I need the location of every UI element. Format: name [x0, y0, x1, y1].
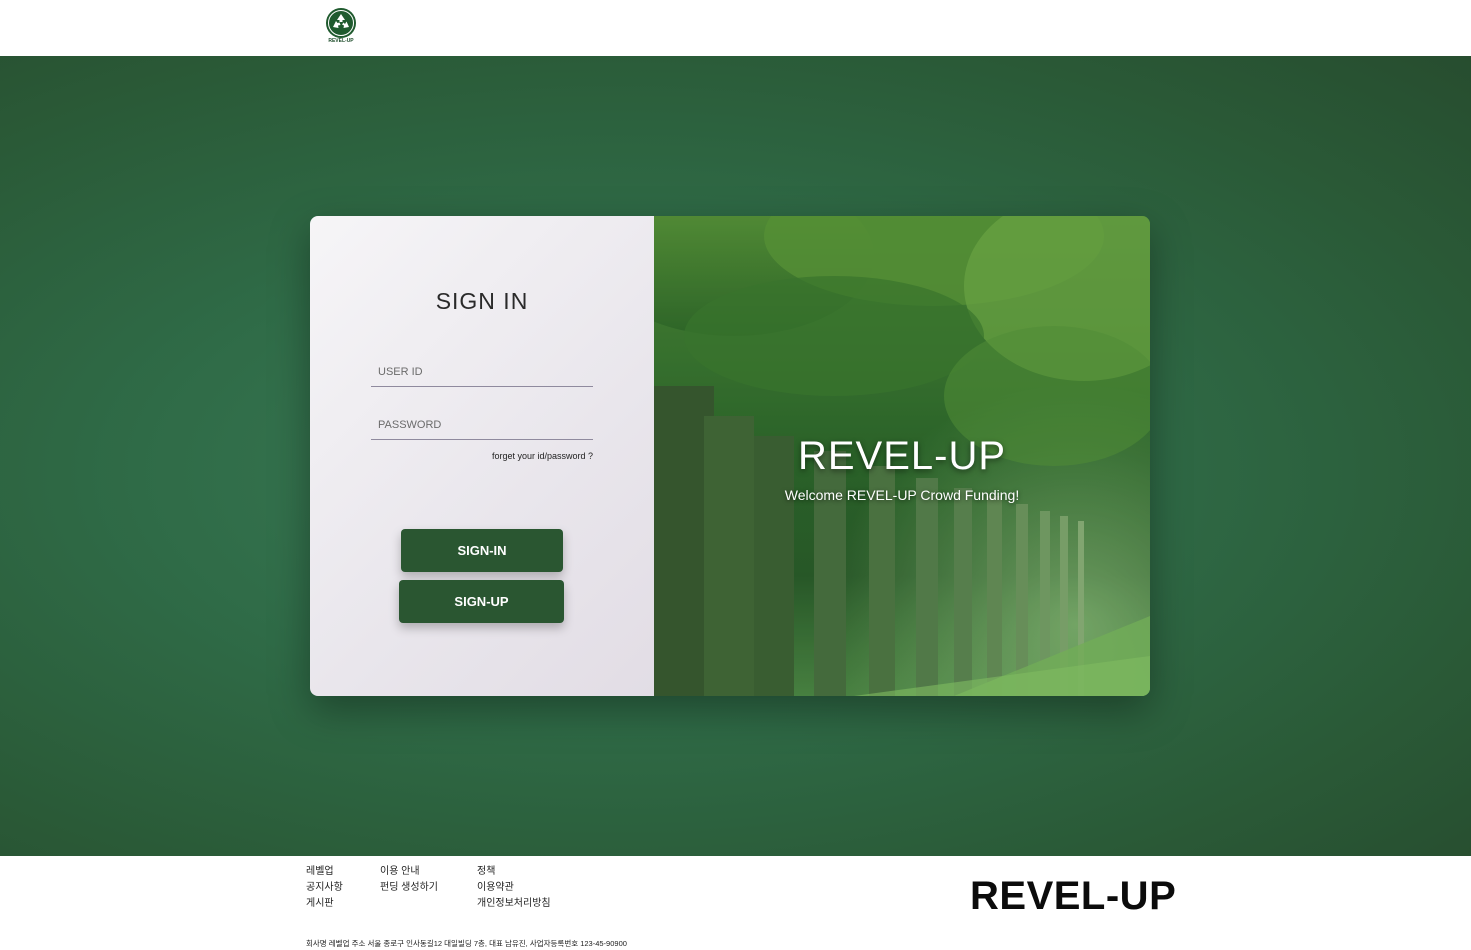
logo-text: REVEL-UP	[328, 38, 354, 44]
sign-in-button[interactable]: SIGN-IN	[401, 529, 563, 572]
footer-link-board[interactable]: 게시판	[306, 896, 343, 912]
footer-link-privacy[interactable]: 개인정보처리방침	[477, 896, 551, 912]
user-id-input[interactable]	[371, 357, 593, 387]
footer-brand: REVEL-UP	[970, 874, 1177, 918]
footer-link-create-funding[interactable]: 펀딩 생성하기	[380, 880, 438, 896]
forget-password-link[interactable]: forget your id/password ?	[371, 451, 593, 461]
footer-column-company: 레벨업 공지사항 게시판	[306, 864, 343, 912]
sign-in-panel: SIGN IN forget your id/password ? SIGN-I…	[310, 216, 654, 696]
top-header: REVEL-UP	[0, 0, 1471, 56]
password-input[interactable]	[371, 410, 593, 440]
footer-link-usage-guide[interactable]: 이용 안내	[380, 864, 438, 880]
welcome-title: REVEL-UP	[797, 434, 1007, 478]
footer: 레벨업 공지사항 게시판 이용 안내 펀딩 생성하기 정책 이용약관 개인정보처…	[0, 856, 1471, 950]
company-info: 회사명 레벨업 주소 서울 종로구 인사동길12 대일빌딩 7층, 대표 남유진…	[306, 939, 627, 948]
footer-link-notice[interactable]: 공지사항	[306, 880, 343, 896]
sign-up-button[interactable]: SIGN-UP	[399, 580, 564, 623]
footer-link-revelup[interactable]: 레벨업	[306, 864, 343, 880]
login-card: SIGN IN forget your id/password ? SIGN-I…	[310, 216, 1150, 696]
welcome-subtitle: Welcome REVEL-UP Crowd Funding!	[784, 487, 1020, 503]
footer-link-terms[interactable]: 이용약관	[477, 880, 551, 896]
welcome-panel: REVEL-UP Welcome REVEL-UP Crowd Funding!	[654, 216, 1150, 696]
sign-in-title: SIGN IN	[435, 288, 529, 314]
hero-background: SIGN IN forget your id/password ? SIGN-I…	[0, 56, 1471, 856]
footer-column-policy: 정책 이용약관 개인정보처리방침	[477, 864, 551, 912]
footer-link-policy[interactable]: 정책	[477, 864, 551, 880]
footer-column-guide: 이용 안내 펀딩 생성하기	[380, 864, 438, 896]
